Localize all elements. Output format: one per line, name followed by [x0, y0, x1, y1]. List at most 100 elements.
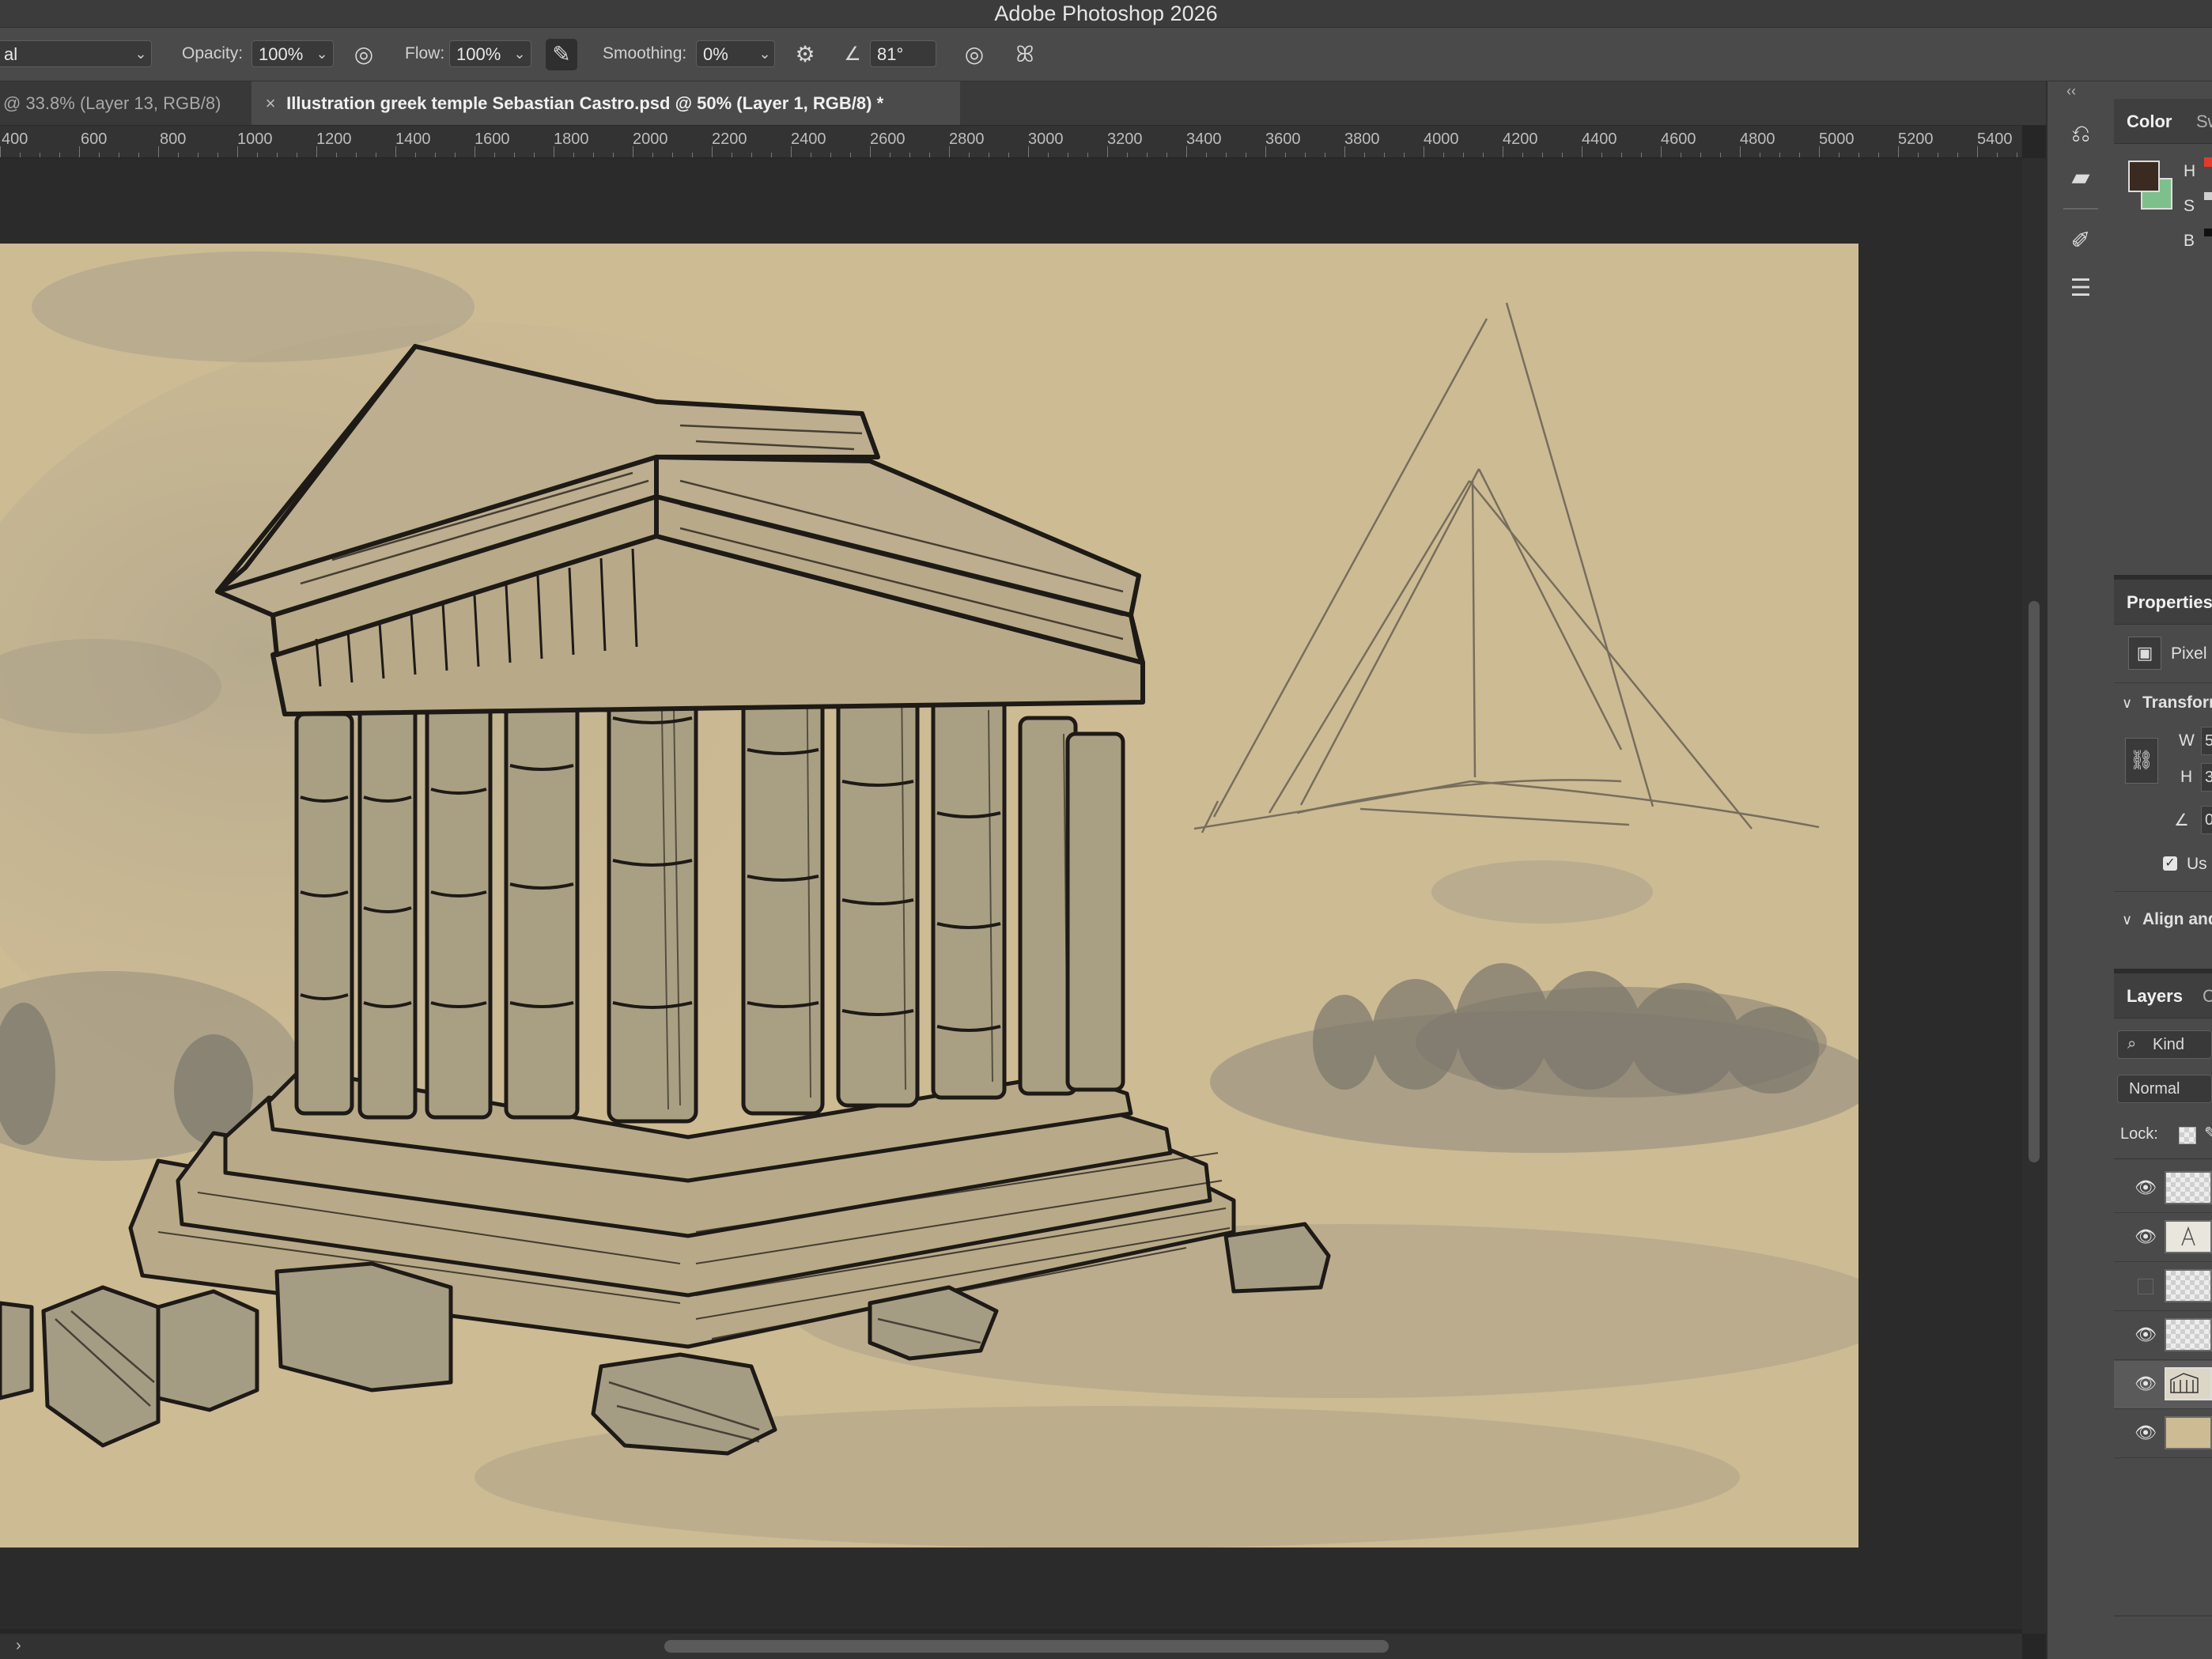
- pressure-opacity-icon[interactable]: ◎: [348, 39, 380, 70]
- airbrush-icon[interactable]: ✎: [546, 39, 577, 70]
- ruler-tick: [336, 153, 337, 157]
- ruler-tick: [1799, 153, 1800, 157]
- ruler-tick: [257, 153, 258, 157]
- saturation-slider-marker[interactable]: [2204, 192, 2212, 200]
- layer-row-selected[interactable]: 👁: [2114, 1361, 2212, 1409]
- ruler-label: 3000: [1028, 130, 1064, 148]
- visibility-eye-icon[interactable]: 👁: [2133, 1423, 2158, 1445]
- scrollbar-thumb[interactable]: [2029, 601, 2040, 1162]
- transform-section-title[interactable]: Transform: [2142, 693, 2212, 712]
- ruler-tick: [1878, 153, 1879, 157]
- lock-brush-icon[interactable]: ✎: [2204, 1124, 2212, 1143]
- ruler-tick: [316, 146, 317, 157]
- tab-layers[interactable]: Layers: [2127, 986, 2183, 1007]
- link-icon[interactable]: ⛓: [2125, 738, 2158, 784]
- ruler-label: 1000: [237, 130, 273, 148]
- history-icon[interactable]: ⎌: [2063, 117, 2098, 152]
- temple-thumbnail: [2170, 1373, 2199, 1393]
- ruler-tick: [1839, 153, 1840, 157]
- ruler-tick: [613, 153, 614, 157]
- symmetry-butterfly-icon[interactable]: ꕤ: [1009, 39, 1041, 70]
- panel-icon-strip: ‹‹ ⎌ ▰ ✐ ☰: [2046, 81, 2116, 1659]
- comments-icon[interactable]: ▰: [2063, 161, 2098, 195]
- tab-swatches[interactable]: Sw: [2196, 111, 2212, 132]
- layer-filter-field[interactable]: ⌕ Kind: [2117, 1030, 2212, 1059]
- ruler-tick: [158, 146, 159, 157]
- layer-row[interactable]: 👁: [2114, 1410, 2212, 1458]
- checkbox[interactable]: ✓: [2163, 856, 2177, 871]
- color-panel-header: Color Sw: [2114, 99, 2212, 144]
- ruler-tick: [870, 146, 871, 157]
- ruler-label: 4400: [1582, 130, 1617, 148]
- ruler-label: 2600: [870, 130, 906, 148]
- chevron-down-icon[interactable]: ∨: [2122, 695, 2132, 712]
- chevron-down-icon[interactable]: ∨: [2122, 912, 2132, 928]
- align-section-title[interactable]: Align and: [2142, 910, 2212, 929]
- layer-row[interactable]: 👁: [2114, 1214, 2212, 1262]
- sketch-thumbnail: [2181, 1226, 2195, 1246]
- collapse-panels-icon[interactable]: ‹‹: [2066, 83, 2076, 100]
- chevron-down-icon[interactable]: ⌄: [130, 40, 152, 67]
- hue-slider-marker[interactable]: [2204, 157, 2212, 167]
- ruler-tick: [949, 146, 950, 157]
- vertical-scrollbar[interactable]: [2022, 158, 2046, 1634]
- tab-document-2[interactable]: × Illustration greek temple Sebastian Ca…: [251, 81, 960, 125]
- height-input[interactable]: 3: [2201, 763, 2212, 792]
- ruler-tick: [1957, 153, 1958, 157]
- ruler-tick: [1997, 153, 1998, 157]
- ruler-tick: [1404, 153, 1405, 157]
- chevron-right-icon[interactable]: ›: [16, 1637, 21, 1655]
- rotation-value: 0: [2205, 811, 2212, 829]
- tab-document-1[interactable]: @ 33.8% (Layer 13, RGB/8): [0, 81, 253, 125]
- ruler-tick: [1186, 146, 1187, 157]
- image-layer-icon: ▣: [2128, 637, 2161, 670]
- ruler-tick: [1028, 146, 1029, 157]
- visibility-eye-icon[interactable]: 👁: [2133, 1374, 2158, 1396]
- ruler-label: 4000: [1424, 130, 1459, 148]
- smoothing-dropdown-icon[interactable]: ⌄: [754, 40, 776, 67]
- brush-angle-input[interactable]: 81°: [870, 40, 936, 67]
- blend-mode-select[interactable]: Normal: [2117, 1075, 2212, 1103]
- brush-settings-icon[interactable]: ✐: [2063, 224, 2098, 259]
- ruler-tick: [791, 146, 792, 157]
- brightness-slider-marker[interactable]: [2204, 229, 2212, 236]
- ruler-tick: [1700, 153, 1701, 157]
- close-icon[interactable]: ×: [259, 81, 282, 125]
- visibility-eye-icon[interactable]: 👁: [2133, 1177, 2158, 1200]
- gear-icon[interactable]: ⚙: [789, 39, 821, 70]
- ruler-label: 5000: [1819, 130, 1855, 148]
- horizontal-scrollbar[interactable]: ›: [0, 1634, 2022, 1659]
- layer-row[interactable]: 👁: [2114, 1165, 2212, 1213]
- layer-thumbnail: [2165, 1416, 2212, 1449]
- ruler-tick: [1107, 146, 1108, 157]
- lock-transparency-icon[interactable]: [2179, 1127, 2196, 1144]
- visibility-hidden-box[interactable]: [2138, 1279, 2153, 1294]
- tab-label: Illustration greek temple Sebastian Cast…: [286, 93, 884, 113]
- opacity-dropdown-icon[interactable]: ⌄: [311, 40, 333, 67]
- visibility-eye-icon[interactable]: 👁: [2133, 1325, 2158, 1347]
- ruler-label: 1600: [475, 130, 510, 148]
- visibility-eye-icon[interactable]: 👁: [2133, 1226, 2158, 1249]
- tab-channels[interactable]: C: [2203, 986, 2212, 1007]
- scrollbar-thumb[interactable]: [664, 1640, 1389, 1653]
- tab-color[interactable]: Color: [2127, 111, 2172, 132]
- ruler-tick: [534, 153, 535, 157]
- width-input[interactable]: 5: [2201, 727, 2212, 755]
- brush-angle-value: 81°: [877, 44, 904, 64]
- rotation-input[interactable]: 0: [2201, 806, 2212, 834]
- flow-dropdown-icon[interactable]: ⌄: [509, 40, 531, 67]
- layer-row[interactable]: 👁: [2114, 1312, 2212, 1360]
- width-label: W: [2179, 731, 2195, 750]
- ruler-tick: [1661, 146, 1662, 157]
- ruler-tick: [1918, 153, 1919, 157]
- ruler-label: 4200: [1503, 130, 1538, 148]
- tab-properties[interactable]: Properties: [2127, 592, 2212, 613]
- layer-type-label: Pixel: [2171, 644, 2207, 663]
- ruler-tick: [1008, 153, 1009, 157]
- pressure-size-icon[interactable]: ◎: [959, 39, 990, 70]
- ruler-label: 2400: [791, 130, 826, 148]
- canvas-artwork[interactable]: [0, 244, 1858, 1548]
- horizontal-ruler[interactable]: 400 600 800 1000 1200 1400 1600 1800 200…: [0, 126, 2022, 158]
- layer-row[interactable]: [2114, 1263, 2212, 1311]
- adjustments-icon[interactable]: ☰: [2063, 271, 2098, 306]
